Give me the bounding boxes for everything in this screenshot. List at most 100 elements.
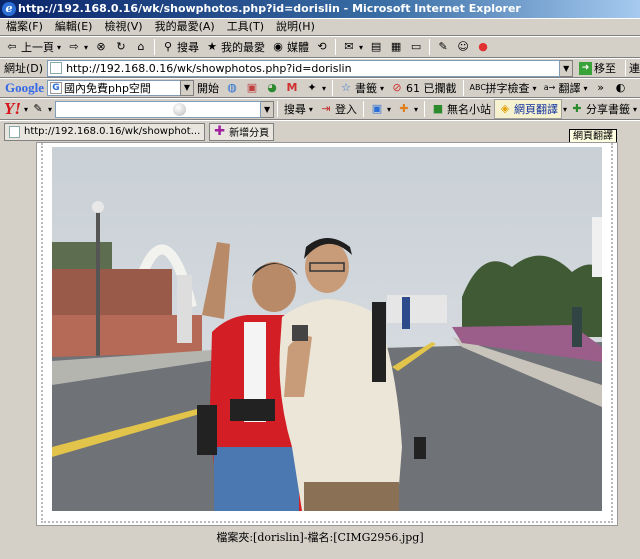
search-ball-icon — [173, 102, 187, 116]
menu-edit[interactable]: 編輯(E) — [49, 19, 99, 35]
page-translate-button[interactable]: ◈ 網頁翻譯 — [493, 99, 562, 119]
wretch-button[interactable]: ■ 無名小站 — [428, 99, 494, 119]
address-bar: 網址(D) http://192.168.0.16/wk/showphotos.… — [0, 58, 640, 78]
research-button[interactable]: ✎ — [433, 37, 453, 57]
chevron-down-icon: ▾ — [632, 104, 637, 114]
discuss-icon: ▭ — [410, 40, 422, 53]
google-g-icon: G — [50, 82, 62, 94]
images-icon: ◕ — [267, 81, 277, 94]
yahoo-window-button[interactable]: ▣ ▾ — [367, 99, 394, 119]
back-button[interactable]: ⇦ 上一頁 ▾ — [2, 37, 64, 57]
more-icon: » — [597, 81, 604, 94]
google-logo[interactable]: Google — [2, 80, 47, 96]
stop-button[interactable]: ⊗ — [91, 37, 111, 57]
address-input[interactable]: http://192.168.0.16/wk/showphotos.php?id… — [47, 59, 561, 77]
media-button[interactable]: ◉ 媒體 — [268, 37, 312, 57]
search-icon: ⚲ — [164, 40, 173, 53]
gmail-button[interactable]: M — [282, 79, 302, 97]
google-bookmarks-label: 書籤 — [355, 82, 378, 95]
chevron-down-icon: ▾ — [322, 83, 327, 93]
toolbar-separator — [362, 101, 364, 117]
discuss-button[interactable]: ▭ — [406, 37, 426, 57]
back-arrow-icon: ⇦ — [7, 40, 17, 53]
spellcheck-icon: ABC — [469, 83, 486, 92]
spellcheck-button[interactable]: ABC 拼字檢查 ▾ — [467, 79, 540, 97]
google-bookmarks-button[interactable]: ☆ 書籤 ▾ — [336, 79, 387, 97]
gmail-icon: M — [286, 81, 298, 94]
address-dropdown[interactable]: ▼ — [559, 59, 573, 77]
google-tools-button[interactable]: ✦ ▾ — [302, 79, 329, 97]
tools-icon: ✦ — [307, 81, 317, 94]
menu-view[interactable]: 檢視(V) — [98, 19, 148, 35]
home-icon: ⌂ — [137, 40, 145, 53]
share-bookmarks-label: 分享書籤 — [585, 103, 630, 116]
media-label: 媒體 — [287, 41, 310, 54]
google-search-input[interactable]: G 國內免費php空間 — [47, 80, 181, 96]
history-icon: ⟲ — [317, 40, 327, 53]
mail-button[interactable]: ✉ ▾ — [339, 37, 366, 57]
menu-file[interactable]: 檔案(F) — [0, 19, 49, 35]
google-translate-button[interactable]: a→ 翻譯 ▾ — [540, 79, 591, 97]
yahoo-logo[interactable]: Y! — [2, 99, 23, 119]
favorites-button[interactable]: ★ 我的最愛 — [202, 37, 268, 57]
photo-caption: 檔案夾:[dorislin]-檔名:[CIMG2956.jpg] — [216, 531, 424, 544]
google-news-button[interactable]: ▣ — [242, 79, 262, 97]
forward-button[interactable]: ⇨ ▾ — [64, 37, 91, 57]
star-icon: ☆ — [341, 81, 351, 94]
search-label: 搜尋 — [177, 41, 200, 54]
menu-favorites[interactable]: 我的最愛(A) — [149, 19, 221, 35]
yahoo-search-dropdown[interactable]: ▼ — [260, 100, 274, 118]
go-button[interactable]: ➜ 移至 — [573, 60, 622, 76]
links-label[interactable]: 連 — [629, 60, 640, 76]
back-label: 上一頁 — [21, 41, 54, 54]
print-icon: ▤ — [370, 40, 382, 53]
new-tab-label: 新增分頁 — [229, 128, 270, 139]
yahoo-search-input[interactable] — [55, 100, 262, 118]
chevron-down-icon: ▾ — [413, 104, 418, 114]
messenger-button[interactable]: ☺ — [453, 37, 473, 57]
share-bookmarks-button[interactable]: ✚ 分享書籤 ▾ — [567, 99, 640, 119]
new-tab-button[interactable]: ✚ 新增分頁 — [209, 122, 275, 141]
history-button[interactable]: ⟲ — [312, 37, 332, 57]
chevron-down-icon: ▾ — [308, 104, 313, 114]
google-more-button[interactable]: » — [591, 79, 611, 97]
edit-icon: ▦ — [390, 40, 402, 53]
toolbar-separator — [335, 39, 337, 55]
msn-button[interactable]: ● — [473, 37, 493, 57]
tab-current-page[interactable]: http://192.168.0.16/wk/showphot... — [4, 122, 206, 141]
google-web-button[interactable]: ◍ — [222, 79, 242, 97]
yahoo-login-label: 登入 — [334, 103, 357, 116]
yahoo-search-label: 搜尋 — [283, 103, 306, 116]
msn-butterfly-icon: ● — [478, 40, 488, 53]
yahoo-pencil-button[interactable]: ✎ ▾ — [28, 99, 55, 119]
star-icon: ★ — [207, 40, 217, 53]
yahoo-highlight-button[interactable]: ✚ ▾ — [394, 99, 421, 119]
popup-blocker-button[interactable]: ⊘ 61 已攔截 — [387, 79, 460, 97]
chevron-down-icon: ▾ — [380, 83, 385, 93]
refresh-button[interactable]: ↻ — [111, 37, 131, 57]
yahoo-login-button[interactable]: ⇥ 登入 — [316, 99, 360, 119]
login-icon: ⇥ — [321, 102, 331, 115]
google-images-button[interactable]: ◕ — [262, 79, 282, 97]
google-open-button[interactable]: 開始 — [194, 79, 222, 97]
search-button[interactable]: ⚲ 搜尋 — [158, 37, 202, 57]
chevron-down-icon: ▾ — [84, 42, 89, 52]
photo[interactable] — [52, 147, 602, 511]
forward-arrow-icon: ⇨ — [69, 40, 79, 53]
menu-help[interactable]: 說明(H) — [270, 19, 321, 35]
google-settings-button[interactable]: ◐ — [611, 79, 631, 97]
popup-blocked-label: 61 已攔截 — [406, 82, 457, 95]
plus-icon: ✚ — [214, 124, 226, 139]
photo-image — [52, 147, 602, 511]
edit-button[interactable]: ▦ — [386, 37, 406, 57]
menu-tools[interactable]: 工具(T) — [221, 19, 270, 35]
home-button[interactable]: ⌂ — [131, 37, 151, 57]
photo-frame — [36, 142, 618, 526]
google-search-dropdown[interactable]: ▼ — [180, 80, 194, 96]
yahoo-search-button[interactable]: 搜尋 ▾ — [281, 99, 316, 119]
page-translate-label: 網頁翻譯 — [513, 103, 558, 116]
popup-blocked-icon: ⊘ — [392, 81, 402, 94]
chevron-down-icon: ▾ — [48, 104, 53, 114]
print-button[interactable]: ▤ — [366, 37, 386, 57]
research-icon: ✎ — [438, 40, 448, 53]
